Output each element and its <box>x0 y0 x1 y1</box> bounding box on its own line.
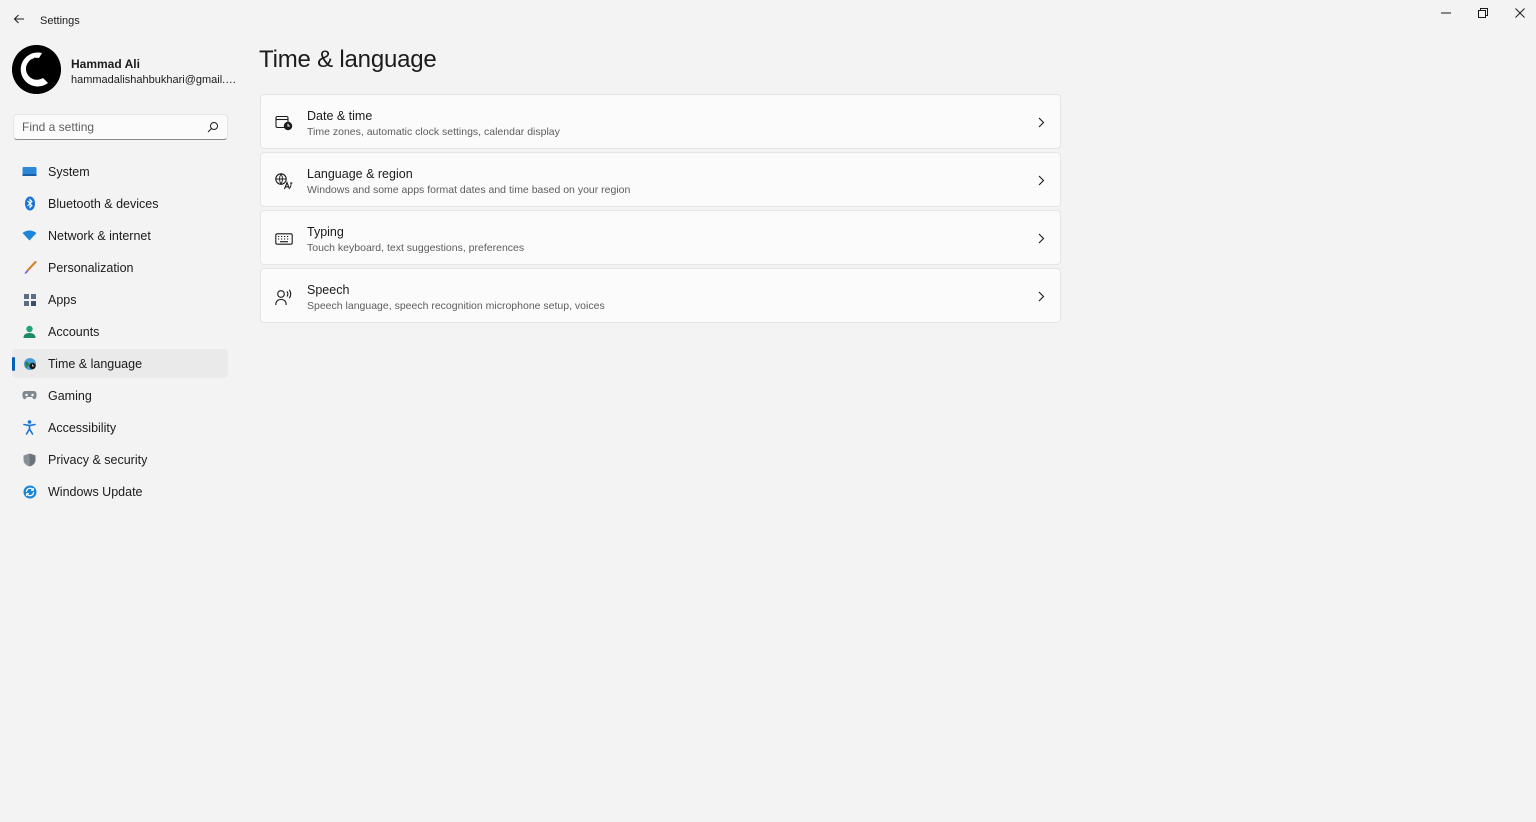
brush-icon <box>22 260 37 275</box>
sidebar-item-label: Network & internet <box>48 229 151 243</box>
sidebar-item-privacy[interactable]: Privacy & security <box>12 445 228 474</box>
user-name: Hammad Ali <box>71 57 140 71</box>
user-email: hammadalishahbukhari@gmail.com <box>71 74 241 86</box>
page-title: Time & language <box>259 46 437 73</box>
card-title: Language & region <box>307 167 413 181</box>
title-bar: Settings <box>0 0 1536 40</box>
sidebar-item-network[interactable]: Network & internet <box>12 221 228 250</box>
card-description: Touch keyboard, text suggestions, prefer… <box>307 242 525 254</box>
avatar-logo-icon <box>12 45 61 94</box>
bluetooth-icon <box>22 196 37 211</box>
sidebar-item-label: Accounts <box>48 325 100 339</box>
sidebar-item-accounts[interactable]: Accounts <box>12 317 228 346</box>
close-button[interactable] <box>1502 0 1536 26</box>
wifi-icon <box>22 228 37 243</box>
user-profile[interactable]: Hammad Ali hammadalishahbukhari@gmail.co… <box>12 45 241 95</box>
chevron-right-icon <box>1036 116 1046 128</box>
sidebar-item-label: Windows Update <box>48 485 143 499</box>
restore-button[interactable] <box>1465 0 1501 26</box>
shield-icon <box>22 452 37 467</box>
accessibility-icon <box>22 420 37 435</box>
globe-clock-icon <box>22 356 37 371</box>
card-description: Time zones, automatic clock settings, ca… <box>307 126 560 138</box>
sidebar-item-label: Gaming <box>48 389 92 403</box>
date-time-card[interactable]: Date & time Time zones, automatic clock … <box>260 94 1061 149</box>
speech-icon <box>275 288 293 306</box>
keyboard-icon <box>275 230 293 248</box>
avatar[interactable] <box>12 45 61 94</box>
sidebar-item-label: Accessibility <box>48 421 117 435</box>
calendar-clock-icon <box>275 114 293 132</box>
card-description: Speech language, speech recognition micr… <box>307 300 605 312</box>
sidebar-item-personalization[interactable]: Personalization <box>12 253 228 282</box>
sidebar-item-gaming[interactable]: Gaming <box>12 381 228 410</box>
sidebar-item-label: Time & language <box>48 357 143 371</box>
chevron-right-icon <box>1036 290 1046 302</box>
update-icon <box>22 484 37 499</box>
sidebar-nav: System Bluetooth & devices Network & int… <box>12 157 228 509</box>
sidebar-item-label: System <box>48 165 90 179</box>
card-title: Speech <box>307 283 350 297</box>
card-title: Typing <box>307 225 344 239</box>
gamepad-icon <box>22 388 37 403</box>
sidebar-item-label: Apps <box>48 293 77 307</box>
card-title: Date & time <box>307 109 373 123</box>
back-button[interactable] <box>8 8 30 30</box>
sidebar-item-system[interactable]: System <box>12 157 228 186</box>
back-arrow-icon <box>13 14 24 24</box>
sidebar-item-label: Bluetooth & devices <box>48 197 159 211</box>
search-icon[interactable] <box>207 121 219 133</box>
chevron-right-icon <box>1036 174 1046 186</box>
minimize-icon <box>1441 12 1451 14</box>
app-title: Settings <box>40 15 80 27</box>
close-icon <box>1515 8 1525 18</box>
settings-cards: Date & time Time zones, automatic clock … <box>260 94 1061 326</box>
sidebar-item-label: Privacy & security <box>48 453 148 467</box>
sidebar-item-time-language[interactable]: Time & language <box>12 349 228 378</box>
sidebar-item-bluetooth[interactable]: Bluetooth & devices <box>12 189 228 218</box>
sidebar-item-accessibility[interactable]: Accessibility <box>12 413 228 442</box>
chevron-right-icon <box>1036 232 1046 244</box>
speech-card[interactable]: Speech Speech language, speech recogniti… <box>260 268 1061 323</box>
sidebar-item-label: Personalization <box>48 261 134 275</box>
typing-card[interactable]: Typing Touch keyboard, text suggestions,… <box>260 210 1061 265</box>
card-description: Windows and some apps format dates and t… <box>307 184 631 196</box>
accounts-icon <box>22 324 37 339</box>
minimize-button[interactable] <box>1428 0 1464 26</box>
language-icon <box>275 172 293 190</box>
sidebar-item-apps[interactable]: Apps <box>12 285 228 314</box>
language-region-card[interactable]: Language & region Windows and some apps … <box>260 152 1061 207</box>
search-box[interactable] <box>13 114 228 140</box>
search-input[interactable] <box>14 115 199 139</box>
sidebar-item-windows-update[interactable]: Windows Update <box>12 477 228 506</box>
system-icon <box>22 164 37 179</box>
restore-icon <box>1478 8 1488 18</box>
apps-icon <box>22 292 37 307</box>
